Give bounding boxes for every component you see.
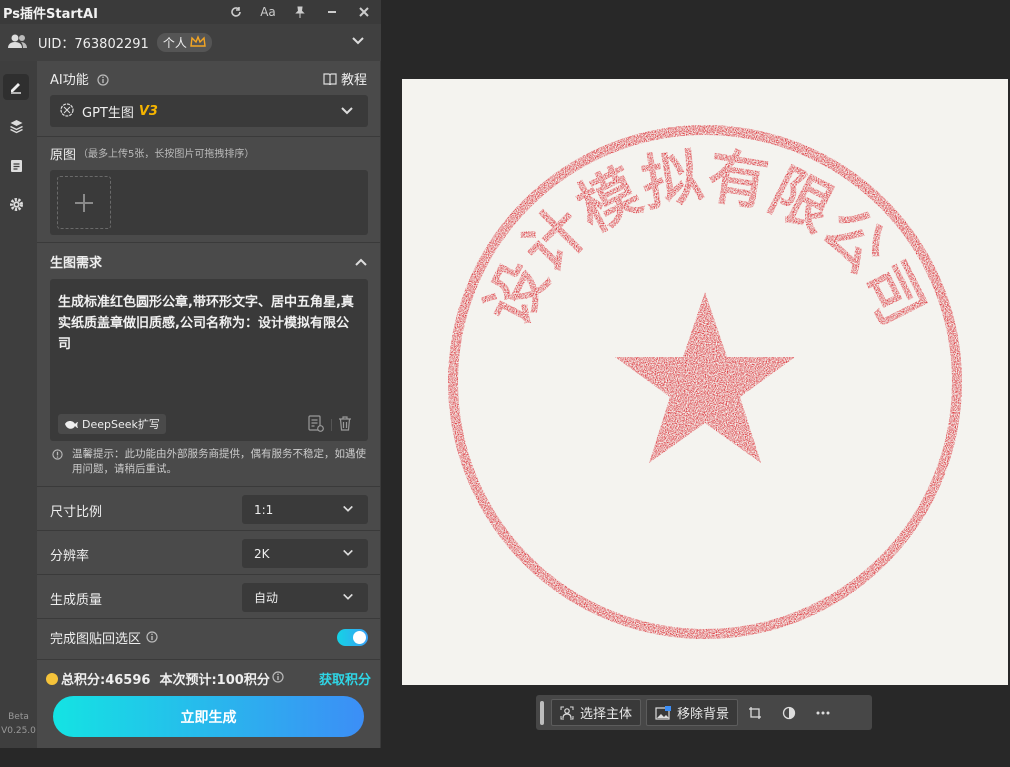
info-icon: [52, 449, 63, 465]
points-summary: 总积分:46596 本次预计:100积分: [46, 669, 284, 688]
ratio-label: 尺寸比例: [50, 504, 103, 520]
deepseek-label: DeepSeek扩写: [82, 418, 160, 431]
account-chevron-down-icon[interactable]: [351, 34, 365, 48]
canvas-image[interactable]: 设计模拟有限公司: [402, 79, 1008, 685]
crown-icon: [190, 34, 206, 51]
tutorial-link[interactable]: 教程: [323, 69, 367, 88]
model-name: GPT生图: [82, 105, 134, 121]
ratio-row: 尺寸比例 1:1: [50, 495, 368, 525]
add-image-button[interactable]: [57, 176, 111, 229]
close-icon[interactable]: [348, 0, 380, 24]
service-tip: 温馨提示：此功能由外部服务商提供，偶有服务不稳定，如遇使用问题，请稍后重试。: [50, 447, 368, 477]
source-label: 原图: [50, 148, 77, 163]
upload-area: [50, 170, 368, 235]
select-subject-button[interactable]: 选择主体: [551, 699, 642, 726]
divider: [37, 618, 381, 619]
plus-icon: [75, 193, 93, 212]
ratio-value: 1:1: [254, 502, 274, 517]
tip-text: 温馨提示：此功能由外部服务商提供，偶有服务不稳定，如遇使用问题，请稍后重试。: [72, 448, 366, 475]
divider: [37, 574, 381, 575]
plan-badge: 个人: [156, 33, 212, 52]
plugin-panel: Ps插件StartAI Aa UID：763802291 个人 Beta V0.…: [0, 0, 381, 748]
quality-row: 生成质量 自动: [50, 583, 368, 613]
ratio-select[interactable]: 1:1: [242, 495, 368, 524]
model-select[interactable]: GPT生图 V3: [50, 95, 368, 127]
divider: [37, 486, 381, 487]
title-bar: Ps插件StartAI Aa: [0, 0, 380, 24]
chevron-down-icon: [342, 591, 354, 606]
remove-background-button[interactable]: 移除背景: [646, 699, 739, 726]
quality-select[interactable]: 自动: [242, 583, 368, 612]
whale-icon: [65, 421, 78, 429]
font-size-icon[interactable]: Aa: [252, 0, 284, 24]
paste-back-label: 完成图贴回选区: [50, 631, 142, 647]
context-toolbar: 选择主体 移除背景: [536, 695, 872, 730]
image-icon: [655, 705, 672, 720]
select-subject-label: 选择主体: [580, 707, 633, 722]
panel-title: Ps插件StartAI: [3, 6, 98, 22]
paste-back-row: 完成图贴回选区: [50, 622, 368, 652]
uid-text: UID：763802291: [38, 37, 149, 52]
resolution-select[interactable]: 2K: [242, 539, 368, 568]
points-text: 总积分:46596 本次预计:100积分: [61, 673, 270, 688]
layers-icon[interactable]: [3, 113, 29, 139]
remove-background-label: 移除背景: [677, 707, 730, 722]
model-version-tag: V3: [138, 103, 158, 119]
more-icon[interactable]: [806, 699, 840, 726]
quality-label: 生成质量: [50, 592, 103, 608]
quality-value: 自动: [254, 591, 279, 605]
generate-button[interactable]: 立即生成: [53, 696, 364, 737]
info-icon[interactable]: [97, 71, 109, 90]
divider: [37, 659, 381, 660]
users-icon: [8, 33, 28, 53]
prompt-library-icon[interactable]: [308, 415, 324, 436]
divider: [37, 242, 381, 243]
drag-handle[interactable]: [540, 700, 544, 725]
info-icon[interactable]: [146, 628, 158, 647]
openai-icon: [59, 102, 75, 121]
person-select-icon: [560, 706, 574, 719]
info-icon[interactable]: [272, 670, 284, 687]
divider: [331, 419, 332, 431]
resolution-row: 分辨率 2K: [50, 539, 368, 569]
prompt-text: 生成标准红色圆形公章,带环形文字、居中五角星,真实纸质盖章做旧质感,公司名称为：…: [58, 295, 354, 352]
prompt-label: 生图需求: [50, 256, 103, 271]
refresh-icon[interactable]: [220, 0, 252, 24]
version-label: V0.25.0: [1, 726, 36, 736]
delete-icon[interactable]: [338, 416, 352, 435]
source-header: 原图 （最多上传5张，长按图片可拖拽排序）: [37, 143, 381, 163]
prompt-textarea[interactable]: 生成标准红色圆形公章,带环形文字、居中五角星,真实纸质盖章做旧质感,公司名称为：…: [50, 279, 368, 441]
book-icon: [323, 72, 337, 85]
ai-function-header: AI功能 教程: [37, 69, 381, 89]
chevron-up-icon[interactable]: [354, 254, 368, 273]
chevron-down-icon: [342, 503, 354, 518]
divider: [37, 136, 381, 137]
paste-back-toggle[interactable]: [337, 629, 368, 646]
deepseek-expand-button[interactable]: DeepSeek扩写: [58, 414, 166, 434]
chevron-down-icon: [340, 104, 354, 118]
resolution-label: 分辨率: [50, 548, 90, 564]
resolution-value: 2K: [254, 546, 270, 561]
gear-icon[interactable]: [3, 191, 29, 217]
crop-icon[interactable]: [738, 699, 772, 726]
divider: [37, 530, 381, 531]
ai-function-label: AI功能: [50, 73, 89, 88]
clipboard-icon[interactable]: [3, 152, 29, 178]
source-hint: （最多上传5张，长按图片可拖拽排序）: [78, 149, 255, 160]
tutorial-label: 教程: [340, 73, 367, 88]
beta-label: Beta: [8, 712, 29, 722]
prompt-header[interactable]: 生图需求: [37, 251, 381, 271]
account-bar[interactable]: UID：763802291 个人: [0, 24, 381, 61]
coin-icon: [46, 672, 58, 685]
side-rail: Beta V0.25.0: [0, 61, 37, 748]
contrast-icon[interactable]: [772, 699, 806, 726]
edit-icon[interactable]: [3, 74, 29, 100]
get-points-link[interactable]: 获取积分: [319, 669, 371, 688]
plan-label: 个人: [162, 36, 187, 50]
pin-icon[interactable]: [284, 0, 316, 24]
minimize-icon[interactable]: [316, 0, 348, 24]
chevron-down-icon: [342, 547, 354, 562]
stamp-image: 设计模拟有限公司: [402, 79, 1008, 685]
